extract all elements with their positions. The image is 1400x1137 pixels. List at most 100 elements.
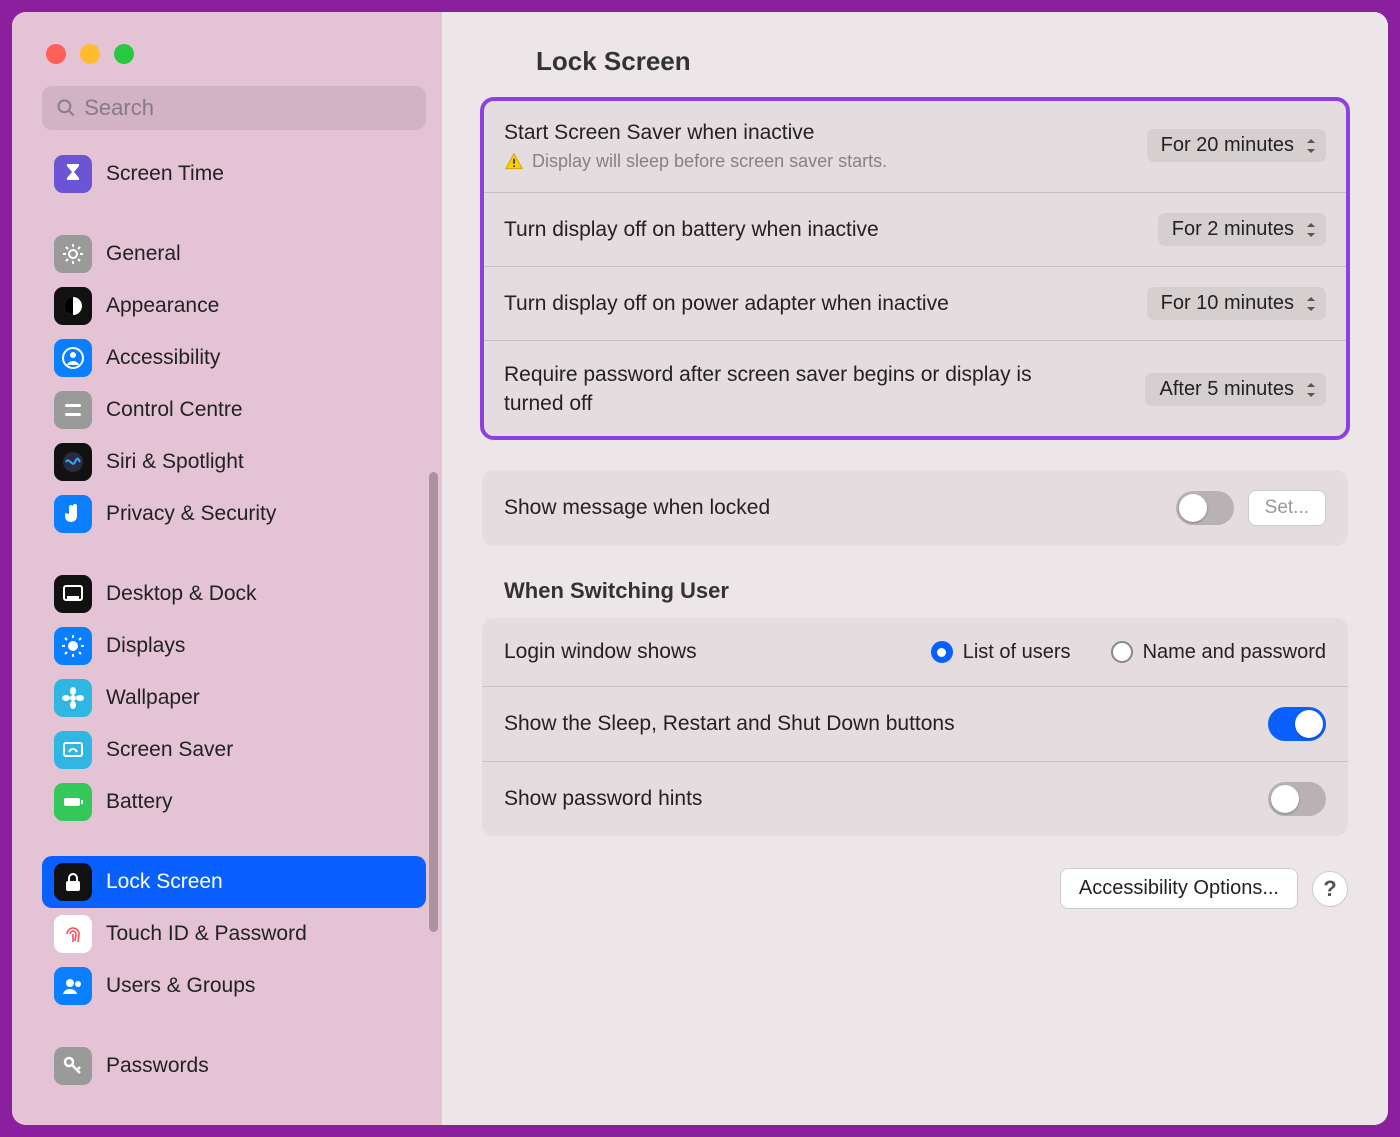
sidebar-item-appearance[interactable]: Appearance — [42, 280, 426, 332]
label-login-window-shows: Login window shows — [504, 638, 697, 666]
sleep-restart-toggle[interactable] — [1268, 707, 1326, 741]
warning-screen-saver: Display will sleep before screen saver s… — [504, 151, 887, 172]
battery-icon — [54, 783, 92, 821]
sidebar-item-label: Screen Saver — [106, 738, 233, 762]
sidebar-item-label: Passwords — [106, 1054, 209, 1078]
display-battery-time-popup[interactable]: For 2 minutes — [1158, 213, 1326, 246]
sidebar-item-battery[interactable]: Battery — [42, 776, 426, 828]
page-title: Lock Screen — [536, 46, 1348, 77]
sidebar-item-siri[interactable]: Siri & Spotlight — [42, 436, 426, 488]
accessibility-options-button[interactable]: Accessibility Options... — [1060, 868, 1298, 909]
chevron-up-down-icon — [1304, 294, 1318, 314]
hourglass-icon — [54, 155, 92, 193]
sliders-icon — [54, 391, 92, 429]
sidebar-item-displays[interactable]: Displays — [42, 620, 426, 672]
dock-icon — [54, 575, 92, 613]
brightness-icon — [54, 627, 92, 665]
close-window[interactable] — [46, 44, 66, 64]
settings-window: Screen Time General Appearance Accessibilit… — [12, 12, 1388, 1125]
siri-icon — [54, 443, 92, 481]
search-icon — [56, 97, 76, 119]
lock-message-panel: Show message when locked Set... — [482, 470, 1348, 546]
sidebar-item-label: Accessibility — [106, 346, 220, 370]
label-sleep-restart: Show the Sleep, Restart and Shut Down bu… — [504, 710, 955, 738]
chevron-up-down-icon — [1304, 220, 1318, 240]
row-display-off-power: Turn display off on power adapter when i… — [482, 267, 1348, 341]
require-password-time-popup[interactable]: After 5 minutes — [1145, 373, 1326, 406]
sidebar-item-label: Touch ID & Password — [106, 922, 307, 946]
sidebar-item-label: Appearance — [106, 294, 219, 318]
sidebar-item-label: General — [106, 242, 181, 266]
sidebar-item-label: Privacy & Security — [106, 502, 276, 526]
sidebar: Screen Time General Appearance Accessibilit… — [12, 12, 442, 1125]
radio-indicator-on — [931, 641, 953, 663]
label-screen-saver: Start Screen Saver when inactive — [504, 119, 887, 147]
sidebar-scrollbar[interactable] — [429, 472, 438, 932]
sidebar-item-privacy[interactable]: Privacy & Security — [42, 488, 426, 540]
label-show-message: Show message when locked — [504, 494, 770, 522]
lock-icon — [54, 863, 92, 901]
sidebar-item-accessibility[interactable]: Accessibility — [42, 332, 426, 384]
sidebar-item-screen-saver[interactable]: Screen Saver — [42, 724, 426, 776]
sidebar-item-users-groups[interactable]: Users & Groups — [42, 960, 426, 1012]
sidebar-item-label: Lock Screen — [106, 870, 223, 894]
users-icon — [54, 967, 92, 1005]
screen-saver-time-value: For 20 minutes — [1161, 134, 1294, 157]
sidebar-item-desktop-dock[interactable]: Desktop & Dock — [42, 568, 426, 620]
radio-label-name: Name and password — [1143, 641, 1326, 664]
row-show-sleep-restart: Show the Sleep, Restart and Shut Down bu… — [482, 687, 1348, 762]
sidebar-item-label: Displays — [106, 634, 185, 658]
sidebar-item-lock-screen[interactable]: Lock Screen — [42, 856, 426, 908]
label-require-password: Require password after screen saver begi… — [504, 361, 1064, 418]
row-password-hints: Show password hints — [482, 762, 1348, 836]
minimize-window[interactable] — [80, 44, 100, 64]
switching-user-title: When Switching User — [504, 578, 1348, 604]
display-battery-value: For 2 minutes — [1172, 218, 1294, 241]
login-window-radio-group: List of users Name and password — [931, 641, 1326, 664]
sidebar-item-touch-id[interactable]: Touch ID & Password — [42, 908, 426, 960]
screen-saver-time-popup[interactable]: For 20 minutes — [1147, 129, 1326, 162]
display-power-time-popup[interactable]: For 10 minutes — [1147, 287, 1326, 320]
hand-icon — [54, 495, 92, 533]
sidebar-item-label: Wallpaper — [106, 686, 200, 710]
contrast-icon — [54, 287, 92, 325]
switching-user-panel: Login window shows List of users Name an… — [482, 618, 1348, 836]
zoom-window[interactable] — [114, 44, 134, 64]
sidebar-item-label: Siri & Spotlight — [106, 450, 244, 474]
sidebar-item-passwords[interactable]: Passwords — [42, 1040, 426, 1092]
password-hints-toggle[interactable] — [1268, 782, 1326, 816]
help-button[interactable]: ? — [1312, 871, 1348, 907]
search-field[interactable] — [42, 86, 426, 130]
chevron-up-down-icon — [1304, 136, 1318, 156]
window-controls — [42, 34, 426, 86]
sidebar-item-screen-time[interactable]: Screen Time — [42, 148, 426, 200]
sidebar-list: Screen Time General Appearance Accessibilit… — [42, 148, 426, 1125]
row-show-message: Show message when locked Set... — [482, 470, 1348, 546]
radio-list-of-users[interactable]: List of users — [931, 641, 1071, 664]
search-input[interactable] — [84, 95, 412, 121]
person-icon — [54, 339, 92, 377]
row-display-off-battery: Turn display off on battery when inactiv… — [482, 193, 1348, 267]
fingerprint-icon — [54, 915, 92, 953]
radio-name-password[interactable]: Name and password — [1111, 641, 1326, 664]
sleep-icon — [54, 731, 92, 769]
show-message-toggle[interactable] — [1176, 491, 1234, 525]
sidebar-item-label: Users & Groups — [106, 974, 255, 998]
flower-icon — [54, 679, 92, 717]
radio-indicator-off — [1111, 641, 1133, 663]
key-icon — [54, 1047, 92, 1085]
label-display-battery: Turn display off on battery when inactiv… — [504, 216, 879, 244]
set-message-button[interactable]: Set... — [1248, 490, 1326, 526]
require-password-value: After 5 minutes — [1159, 378, 1294, 401]
label-password-hints: Show password hints — [504, 785, 702, 813]
gear-icon — [54, 235, 92, 273]
sidebar-item-label: Battery — [106, 790, 173, 814]
sidebar-item-label: Screen Time — [106, 162, 224, 186]
label-display-power: Turn display off on power adapter when i… — [504, 290, 949, 318]
sidebar-item-general[interactable]: General — [42, 228, 426, 280]
row-require-password: Require password after screen saver begi… — [482, 341, 1348, 438]
footer: Accessibility Options... ? — [482, 868, 1348, 909]
sidebar-item-wallpaper[interactable]: Wallpaper — [42, 672, 426, 724]
sidebar-item-control-centre[interactable]: Control Centre — [42, 384, 426, 436]
row-screen-saver-inactive: Start Screen Saver when inactive Display… — [482, 99, 1348, 193]
